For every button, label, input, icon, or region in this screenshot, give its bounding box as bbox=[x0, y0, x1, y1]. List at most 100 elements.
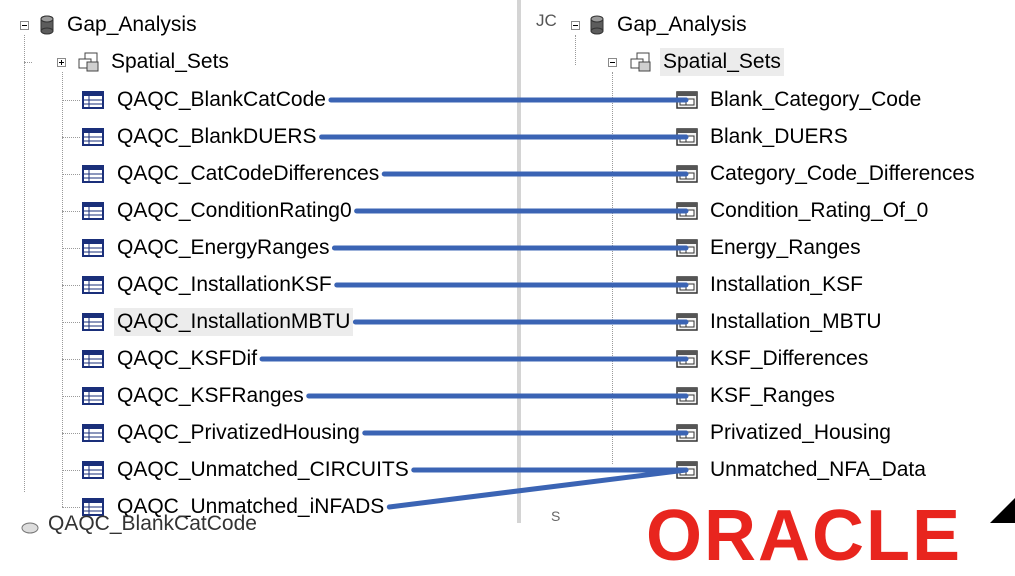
tree-node-table[interactable]: QAQC_InstallationMBTU bbox=[82, 308, 354, 336]
table-icon bbox=[82, 165, 104, 183]
tree-node-view[interactable]: Energy_Ranges bbox=[676, 234, 864, 262]
view-icon bbox=[676, 91, 698, 109]
view-icon bbox=[676, 350, 698, 368]
tree-guide bbox=[612, 100, 674, 101]
oracle-logo: ORACLE bbox=[646, 496, 962, 576]
tree-node-table[interactable]: QAQC_KSFRanges bbox=[82, 382, 307, 410]
tree-node-table[interactable]: QAQC_BlankDUERS bbox=[82, 123, 320, 151]
tree-node-table[interactable]: QAQC_KSFDif bbox=[82, 345, 260, 373]
view-icon bbox=[676, 424, 698, 442]
tree-node-spatial-sets[interactable]: Spatial_Sets bbox=[78, 48, 232, 76]
tree-node-gap-analysis[interactable]: Gap_Analysis bbox=[40, 11, 200, 39]
expand-toggle[interactable] bbox=[57, 58, 66, 67]
tree-node-label: Energy_Ranges bbox=[710, 236, 861, 259]
tree-guide bbox=[62, 174, 80, 175]
tree-guide bbox=[62, 72, 63, 507]
tree-node-label: Gap_Analysis bbox=[67, 13, 197, 36]
database-icon bbox=[590, 15, 604, 35]
tree-node-label: QAQC_Unmatched_CIRCUITS bbox=[117, 458, 409, 481]
view-icon bbox=[676, 387, 698, 405]
tree-guide bbox=[62, 507, 80, 508]
tree-node-table[interactable]: QAQC_EnergyRanges bbox=[82, 234, 332, 262]
tree-node-label: QAQC_InstallationKSF bbox=[117, 273, 332, 296]
tree-node-label: Unmatched_NFA_Data bbox=[710, 458, 926, 481]
tree-guide bbox=[575, 35, 576, 65]
mapping-connector bbox=[386, 467, 689, 510]
collapse-toggle[interactable] bbox=[20, 21, 29, 30]
tree-node-table[interactable]: QAQC_CatCodeDifferences bbox=[82, 160, 382, 188]
tree-guide bbox=[612, 470, 674, 471]
database-icon bbox=[40, 15, 54, 35]
tree-guide bbox=[612, 433, 674, 434]
tree-node-label: Blank_Category_Code bbox=[710, 88, 922, 111]
table-icon bbox=[82, 313, 104, 331]
tree-node-label: QAQC_BlankCatCode bbox=[48, 512, 257, 535]
tree-node-label: KSF_Ranges bbox=[710, 384, 835, 407]
database-icon bbox=[20, 517, 40, 534]
table-icon bbox=[82, 424, 104, 442]
tree-node-partial: QAQC_BlankCatCode bbox=[20, 512, 257, 536]
tree-guide bbox=[62, 433, 80, 434]
pane-divider[interactable] bbox=[517, 0, 521, 523]
spatial-sets-icon bbox=[630, 52, 652, 72]
collapse-toggle[interactable] bbox=[608, 58, 617, 67]
tree-node-view[interactable]: Condition_Rating_Of_0 bbox=[676, 197, 931, 225]
tree-guide bbox=[612, 396, 674, 397]
tree-node-spatial-sets[interactable]: Spatial_Sets bbox=[630, 48, 784, 76]
tree-node-label: Spatial_Sets bbox=[111, 50, 229, 73]
tree-node-label: QAQC_EnergyRanges bbox=[117, 236, 330, 259]
view-icon bbox=[676, 313, 698, 331]
tree-guide bbox=[24, 35, 25, 492]
tree-guide bbox=[612, 285, 674, 286]
view-icon bbox=[676, 276, 698, 294]
tree-guide bbox=[612, 137, 674, 138]
table-icon bbox=[82, 91, 104, 109]
tree-guide bbox=[612, 248, 674, 249]
tree-node-label: Installation_MBTU bbox=[710, 310, 882, 333]
table-icon bbox=[82, 128, 104, 146]
tree-node-table[interactable]: QAQC_ConditionRating0 bbox=[82, 197, 355, 225]
tree-guide bbox=[612, 174, 674, 175]
tree-node-view[interactable]: Unmatched_NFA_Data bbox=[676, 456, 929, 484]
tree-node-label: QAQC_BlankCatCode bbox=[117, 88, 326, 111]
tree-node-label: Gap_Analysis bbox=[617, 13, 747, 36]
table-icon bbox=[82, 202, 104, 220]
table-icon bbox=[82, 387, 104, 405]
view-icon bbox=[676, 461, 698, 479]
tree-guide bbox=[62, 100, 80, 101]
tree-node-view[interactable]: Privatized_Housing bbox=[676, 419, 894, 447]
tree-node-view[interactable]: Installation_KSF bbox=[676, 271, 866, 299]
tree-node-view[interactable]: KSF_Differences bbox=[676, 345, 871, 373]
table-icon bbox=[82, 350, 104, 368]
tree-node-view[interactable]: Installation_MBTU bbox=[676, 308, 885, 336]
tree-guide bbox=[24, 62, 32, 63]
tree-node-label: Blank_DUERS bbox=[710, 125, 848, 148]
tree-node-table[interactable]: QAQC_PrivatizedHousing bbox=[82, 419, 363, 447]
tree-node-label: Privatized_Housing bbox=[710, 421, 891, 444]
tree-guide bbox=[612, 322, 674, 323]
tree-node-label: KSF_Differences bbox=[710, 347, 869, 370]
tree-node-view[interactable]: Blank_Category_Code bbox=[676, 86, 924, 114]
view-icon bbox=[676, 165, 698, 183]
tree-node-gap-analysis[interactable]: Gap_Analysis bbox=[590, 11, 750, 39]
tree-node-label: QAQC_KSFRanges bbox=[117, 384, 304, 407]
tree-guide bbox=[62, 285, 80, 286]
tree-node-table[interactable]: QAQC_InstallationKSF bbox=[82, 271, 335, 299]
tree-guide bbox=[612, 72, 613, 464]
collapse-toggle[interactable] bbox=[571, 21, 580, 30]
view-icon bbox=[676, 202, 698, 220]
tree-node-view[interactable]: KSF_Ranges bbox=[676, 382, 838, 410]
tree-guide bbox=[62, 470, 80, 471]
table-icon bbox=[82, 239, 104, 257]
tree-node-table[interactable]: QAQC_BlankCatCode bbox=[82, 86, 329, 114]
tree-node-view[interactable]: Category_Code_Differences bbox=[676, 160, 978, 188]
tree-node-view[interactable]: Blank_DUERS bbox=[676, 123, 851, 151]
tree-guide bbox=[62, 248, 80, 249]
tree-node-label: QAQC_InstallationMBTU bbox=[114, 308, 354, 336]
tree-prefix: JC bbox=[536, 11, 557, 30]
view-icon bbox=[676, 239, 698, 257]
tree-guide bbox=[62, 211, 80, 212]
spatial-sets-icon bbox=[78, 52, 100, 72]
tree-guide bbox=[62, 322, 80, 323]
tree-node-table[interactable]: QAQC_Unmatched_CIRCUITS bbox=[82, 456, 412, 484]
